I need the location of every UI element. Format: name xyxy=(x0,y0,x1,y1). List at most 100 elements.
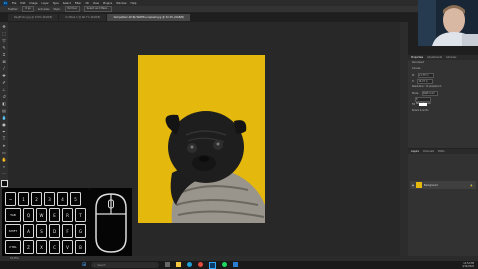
more-tools-icon[interactable]: ⋯ xyxy=(2,171,7,176)
mode-select[interactable]: RGB Color xyxy=(422,91,438,96)
pen-tool-icon[interactable]: ✒ xyxy=(2,129,7,134)
quick-select-tool-icon[interactable]: ✎ xyxy=(2,45,7,50)
menu-plugins[interactable]: Plugins xyxy=(103,2,112,5)
key-t: T xyxy=(75,208,86,222)
fill-swatch[interactable] xyxy=(418,103,427,106)
tab-ragphoto[interactable]: RagPhoto.jpg @ 100% (RGB/8) xyxy=(8,14,59,21)
width-field[interactable]: 11.75 in xyxy=(418,73,435,78)
feather-input[interactable]: 0 px xyxy=(22,6,34,12)
height-field[interactable]: 15.27 in xyxy=(417,79,434,84)
gradient-tool-icon[interactable]: ▤ xyxy=(2,108,7,113)
eyedropper-tool-icon[interactable]: ⁄ xyxy=(2,66,7,71)
dodge-tool-icon[interactable]: ● xyxy=(2,122,7,127)
mouse-icon xyxy=(95,193,127,253)
stamp-tool-icon[interactable]: ⊥ xyxy=(2,87,7,92)
menu-type[interactable]: Type xyxy=(53,2,59,5)
history-brush-icon[interactable]: ↺ xyxy=(2,94,7,99)
key-d: D xyxy=(49,224,60,238)
key-g: G xyxy=(75,224,86,238)
menu-image[interactable]: Image xyxy=(29,2,37,5)
key-~: ~ xyxy=(5,192,16,206)
photoshop-logo[interactable]: Ps xyxy=(3,0,8,6)
path-select-icon[interactable]: ➤ xyxy=(2,143,7,148)
eye-icon[interactable]: ◉ xyxy=(412,184,414,187)
style-label: Style: xyxy=(53,7,61,11)
menu-file[interactable]: File xyxy=(12,2,16,5)
frame-tool-icon[interactable]: ⊠ xyxy=(2,59,7,64)
panel-icon-strip xyxy=(400,22,408,262)
key-q: Q xyxy=(23,208,34,222)
menu-select[interactable]: Select xyxy=(63,2,71,5)
menu-view[interactable]: View xyxy=(93,2,99,5)
select-and-mask-button[interactable]: Select and Mask... xyxy=(83,6,113,12)
foreground-color-swatch[interactable] xyxy=(0,180,8,187)
key-c: C xyxy=(49,240,60,254)
healing-tool-icon[interactable]: ✚ xyxy=(2,73,7,78)
key-r: R xyxy=(62,208,73,222)
clock-date[interactable]: 3/14/2022 xyxy=(462,265,474,268)
edge-icon[interactable] xyxy=(187,262,192,267)
search-icon: ⌕ xyxy=(94,263,96,267)
taskbar-apps xyxy=(165,262,238,269)
width-label: W xyxy=(412,74,415,77)
tab-paths[interactable]: Paths xyxy=(438,150,445,153)
menu-window[interactable]: Window xyxy=(116,2,126,5)
shape-tool-icon[interactable]: ▭ xyxy=(2,150,7,155)
height-value: 15.27 in xyxy=(418,80,428,83)
type-tool-icon[interactable]: T xyxy=(2,136,7,141)
zoom-tool-icon[interactable]: ⌕ xyxy=(2,164,7,169)
tab-pug-photo[interactable]: darkpattern-WcRjcWWMt-unsplash.jpg @ 32.… xyxy=(107,14,190,21)
eraser-tool-icon[interactable]: ◧ xyxy=(2,101,7,106)
move-tool-icon[interactable]: ✥ xyxy=(2,24,7,29)
height-label: H xyxy=(412,80,414,83)
hand-tool-icon[interactable]: ✋ xyxy=(2,157,7,162)
key-z: Z xyxy=(23,240,34,254)
menu-3d[interactable]: 3D xyxy=(85,2,89,5)
layer-row-background[interactable]: ◉ Background 🔒 xyxy=(410,181,476,189)
anti-alias-checkbox[interactable]: Anti-alias xyxy=(38,8,50,11)
tab-adjustments[interactable]: Adjustments xyxy=(427,56,442,59)
spotify-icon[interactable] xyxy=(222,262,227,267)
document-image[interactable] xyxy=(138,55,265,223)
task-view-icon[interactable] xyxy=(165,262,170,267)
layers-panel: Layers Channels Paths xyxy=(408,148,478,262)
document-tabs: RagPhoto.jpg @ 100% (RGB/8) Untitled-1 @… xyxy=(8,14,408,22)
key-e: E xyxy=(49,208,60,222)
tab-layers[interactable]: Layers xyxy=(411,150,419,153)
menu-layer[interactable]: Layer xyxy=(42,2,49,5)
tab-libraries[interactable]: Libraries xyxy=(446,56,456,59)
feather-label: Feather: xyxy=(8,7,19,11)
mode-value: RGB Color xyxy=(423,92,435,95)
keyboard-overlay: ~1 2 3 4 5 TAB Q W E R T SHIFT A S D F G CTRL Z X C V B xyxy=(2,188,90,257)
photoshop-taskbar-icon[interactable] xyxy=(209,262,216,269)
menu-help[interactable]: Help xyxy=(131,2,137,5)
file-explorer-icon[interactable] xyxy=(176,262,181,267)
marquee-tool-icon[interactable]: ⬚ xyxy=(2,31,7,36)
menu-edit[interactable]: Edit xyxy=(20,2,25,5)
taskbar-search[interactable]: ⌕ Search xyxy=(91,262,159,268)
taskbar: ⊞ xyxy=(0,261,478,269)
lasso-tool-icon[interactable]: ➰ xyxy=(2,38,7,43)
tab-channels[interactable]: Channels xyxy=(423,150,434,153)
windows-start-icon[interactable]: ⊞ xyxy=(82,262,86,268)
key-shift: SHIFT xyxy=(5,224,21,238)
style-select[interactable]: Normal xyxy=(64,6,80,12)
bits-select[interactable]: 8 Bits/Channel xyxy=(415,97,431,105)
options-bar: Feather: 0 px Anti-alias Style: Normal S… xyxy=(0,6,478,13)
crop-tool-icon[interactable]: ⌗ xyxy=(2,52,7,57)
zoom-level[interactable]: 32.35% xyxy=(10,257,19,260)
layer-name: Background xyxy=(424,183,438,187)
menu-filter[interactable]: Filter xyxy=(75,2,81,5)
key-x: X xyxy=(36,240,47,254)
lock-icon[interactable]: 🔒 xyxy=(470,184,473,187)
chrome-icon[interactable] xyxy=(198,262,203,267)
blur-tool-icon[interactable]: 💧 xyxy=(2,115,7,120)
presenter-video xyxy=(418,0,478,46)
tab-untitled[interactable]: Untitled-1 @ 66.7% (RGB/8) xyxy=(59,14,107,21)
key-4: 4 xyxy=(57,192,68,206)
tab-properties[interactable]: Properties xyxy=(411,56,423,59)
mail-icon[interactable] xyxy=(233,262,238,267)
key-w: W xyxy=(36,208,47,222)
brush-tool-icon[interactable]: ✐ xyxy=(2,80,7,85)
key-a: A xyxy=(23,224,34,238)
